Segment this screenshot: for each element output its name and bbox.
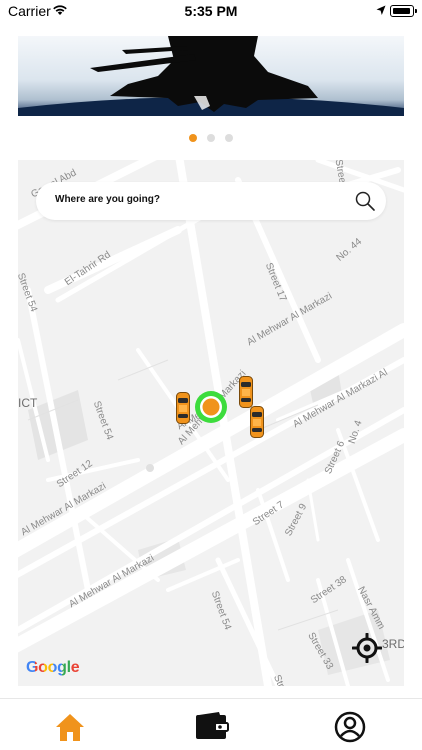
promo-banner[interactable] bbox=[18, 36, 404, 116]
taxi-car-icon bbox=[250, 406, 264, 438]
pager-dot-3[interactable] bbox=[225, 134, 233, 142]
ninja-silhouette-image bbox=[18, 36, 404, 116]
status-bar: Carrier 5:35 PM bbox=[0, 0, 422, 24]
search-placeholder: Where are you going? bbox=[55, 194, 161, 205]
recenter-location-icon[interactable] bbox=[352, 633, 382, 663]
taxi-car-icon bbox=[176, 392, 190, 424]
location-arrow-icon bbox=[376, 5, 386, 15]
carousel-pager[interactable] bbox=[0, 134, 422, 144]
google-logo: Google bbox=[26, 659, 80, 676]
taxi-car-icon bbox=[239, 376, 253, 408]
destination-search[interactable]: Where are you going? bbox=[36, 182, 386, 220]
pager-dot-2[interactable] bbox=[207, 134, 215, 142]
search-icon[interactable] bbox=[354, 190, 376, 212]
clock: 5:35 PM bbox=[184, 3, 238, 19]
map-label: 3RD bbox=[382, 637, 404, 651]
bottom-tab-bar bbox=[0, 698, 422, 750]
tab-profile[interactable] bbox=[310, 699, 390, 750]
current-location-pin-icon bbox=[195, 391, 227, 423]
wallet-icon bbox=[196, 712, 229, 739]
map-label: ICT bbox=[18, 396, 38, 410]
home-icon bbox=[56, 714, 84, 741]
map-view[interactable]: Gamal Abd Street 17 No. 44 Street 23 El-… bbox=[18, 160, 404, 686]
tab-home[interactable] bbox=[30, 699, 110, 750]
profile-icon bbox=[334, 711, 366, 743]
pager-dot-1[interactable] bbox=[189, 134, 197, 142]
tab-wallet[interactable] bbox=[171, 699, 251, 750]
battery-icon bbox=[390, 5, 417, 17]
